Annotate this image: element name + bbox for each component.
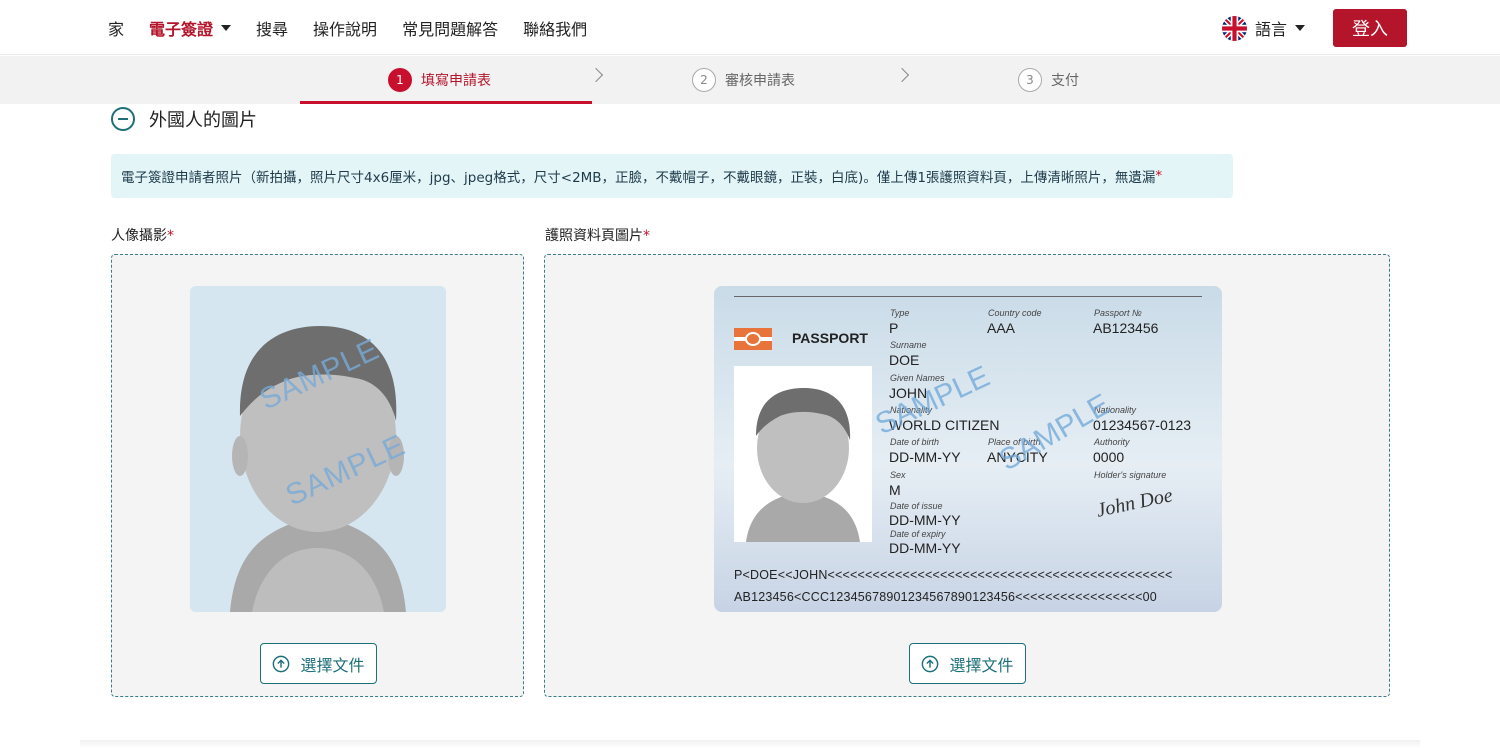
holder-signature: John Doe [1094,484,1175,522]
top-nav: 家 電子簽證 搜尋 操作說明 常見問題解答 聯絡我們 語言 登入 [0,0,1500,55]
field-value: DOE [889,352,920,368]
passport-label-text: 護照資料頁圖片 [545,228,643,244]
person-silhouette-icon [190,286,446,612]
nav-evisa-label: 電子簽證 [149,19,214,39]
main-menu: 家 電子簽證 搜尋 操作說明 常見問題解答 聯絡我們 [108,0,612,55]
required-mark: * [643,228,650,244]
portrait-label: 人像攝影* [111,225,174,245]
nav-faq[interactable]: 常見問題解答 [402,16,498,40]
chevron-down-icon [221,24,232,31]
step-payment[interactable]: 3 支付 [1018,56,1079,104]
mrz-line-2: AB123456<CCC12345678901234567890123456<<… [734,590,1157,604]
field-value: DD-MM-YY [889,540,961,556]
portrait-label-text: 人像攝影 [111,228,167,244]
upload-arrow-icon [273,655,290,672]
chevron-right-icon [894,67,910,83]
field-label: Date of expiry [890,529,946,539]
step-number: 1 [388,68,412,92]
nav-contact[interactable]: 聯絡我們 [523,16,587,40]
choose-file-label: 選擇文件 [300,655,365,675]
login-button[interactable]: 登入 [1333,9,1407,47]
uk-flag-icon [1221,15,1247,41]
portrait-upload-box[interactable]: SAMPLE SAMPLE 選擇文件 [111,254,524,697]
nav-home[interactable]: 家 [108,16,124,40]
required-mark: * [1155,168,1163,184]
choose-passport-file-button[interactable]: 選擇文件 [909,643,1026,684]
required-mark: * [167,228,174,244]
mrz-line-1: P<DOE<<JOHN<<<<<<<<<<<<<<<<<<<<<<<<<<<<<… [734,568,1173,582]
passport-upload-box[interactable]: PASSPORT Type P Country code AAA Passpor… [544,254,1390,697]
portrait-sample-image: SAMPLE SAMPLE [190,286,446,612]
footer-shadow [80,740,1420,748]
field-value: DD-MM-YY [889,449,961,465]
field-label: Surname [890,340,927,350]
nav-instructions[interactable]: 操作說明 [313,16,377,40]
step-label: 審核申請表 [725,73,795,89]
passport-label: 護照資料頁圖片* [545,225,650,245]
choose-file-label: 選擇文件 [949,655,1014,675]
step-number: 2 [692,68,716,92]
field-value: AB123456 [1093,320,1159,336]
field-label: Authority [1094,437,1130,447]
choose-portrait-file-button[interactable]: 選擇文件 [260,643,377,684]
upload-arrow-icon [922,655,939,672]
nav-search[interactable]: 搜尋 [256,16,288,40]
field-value: P [889,320,899,336]
field-label: Type [890,308,910,318]
section-title: 外國人的圖片 [149,110,257,131]
field-label: Sex [890,470,906,480]
section-header: 外國人的圖片 [111,106,257,132]
passport-sample-image: PASSPORT Type P Country code AAA Passpor… [714,286,1222,612]
collapse-icon[interactable] [111,107,135,131]
field-label: Date of issue [890,501,943,511]
field-value: M [889,482,901,498]
language-selector[interactable]: 語言 [1221,15,1305,41]
active-step-indicator [300,101,592,104]
step-fill-form[interactable]: 1 填寫申請表 [388,56,491,104]
step-number: 3 [1018,68,1042,92]
step-label: 填寫申請表 [421,73,491,89]
field-label: Country code [988,308,1042,318]
language-label: 語言 [1254,20,1287,39]
field-value: DD-MM-YY [889,512,961,528]
field-value: 0000 [1093,449,1125,465]
chevron-right-icon [588,67,604,83]
step-review-form[interactable]: 2 審核申請表 [692,56,795,104]
passport-fields: Type P Country code AAA Passport № AB123… [714,286,1222,612]
chevron-down-icon [1295,25,1305,31]
field-label: Passport № [1094,308,1142,318]
nav-evisa[interactable]: 電子簽證 [149,16,232,40]
step-label: 支付 [1051,73,1079,89]
field-label: Date of birth [890,437,940,447]
field-value: AAA [987,320,1016,336]
progress-steps: 1 填寫申請表 2 審核申請表 3 支付 [0,56,1500,104]
notice-text: 電子簽證申請者照片（新拍攝，照片尺寸4x6厘米，jpg、jpeg格式，尺寸<2M… [121,170,1156,186]
nav-right: 語言 登入 [1221,9,1407,47]
photo-requirements-notice: 電子簽證申請者照片（新拍攝，照片尺寸4x6厘米，jpg、jpeg格式，尺寸<2M… [111,154,1233,198]
field-label: Holder's signature [1094,470,1167,480]
